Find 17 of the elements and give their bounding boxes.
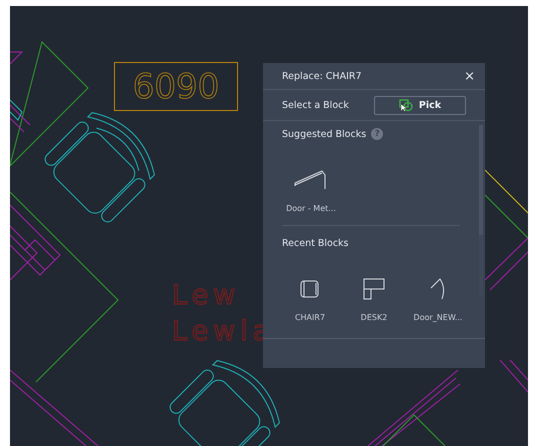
block-tile[interactable]: DESK2 bbox=[346, 254, 402, 324]
pick-icon bbox=[398, 98, 413, 112]
block-tile[interactable]: Door_NEW... bbox=[410, 254, 466, 324]
chair-block-icon bbox=[300, 278, 320, 300]
room-name: Lew bbox=[172, 280, 240, 311]
room-number-tag: 6090 bbox=[114, 62, 238, 111]
door-block-icon bbox=[430, 278, 446, 300]
block-tile[interactable]: CHAIR7 bbox=[282, 254, 338, 324]
section-heading: Recent Blocks bbox=[282, 238, 348, 248]
select-label: Select a Block bbox=[282, 100, 349, 110]
door-block-icon bbox=[294, 169, 328, 191]
close-button[interactable]: × bbox=[462, 68, 477, 84]
panel-title: Replace: CHAIR7 bbox=[282, 70, 362, 82]
pick-button[interactable]: Pick bbox=[374, 96, 466, 114]
block-tile[interactable]: Door - Met... bbox=[282, 145, 340, 215]
desk-block-icon bbox=[363, 278, 385, 300]
section-heading: Suggested Blocks bbox=[282, 128, 366, 140]
